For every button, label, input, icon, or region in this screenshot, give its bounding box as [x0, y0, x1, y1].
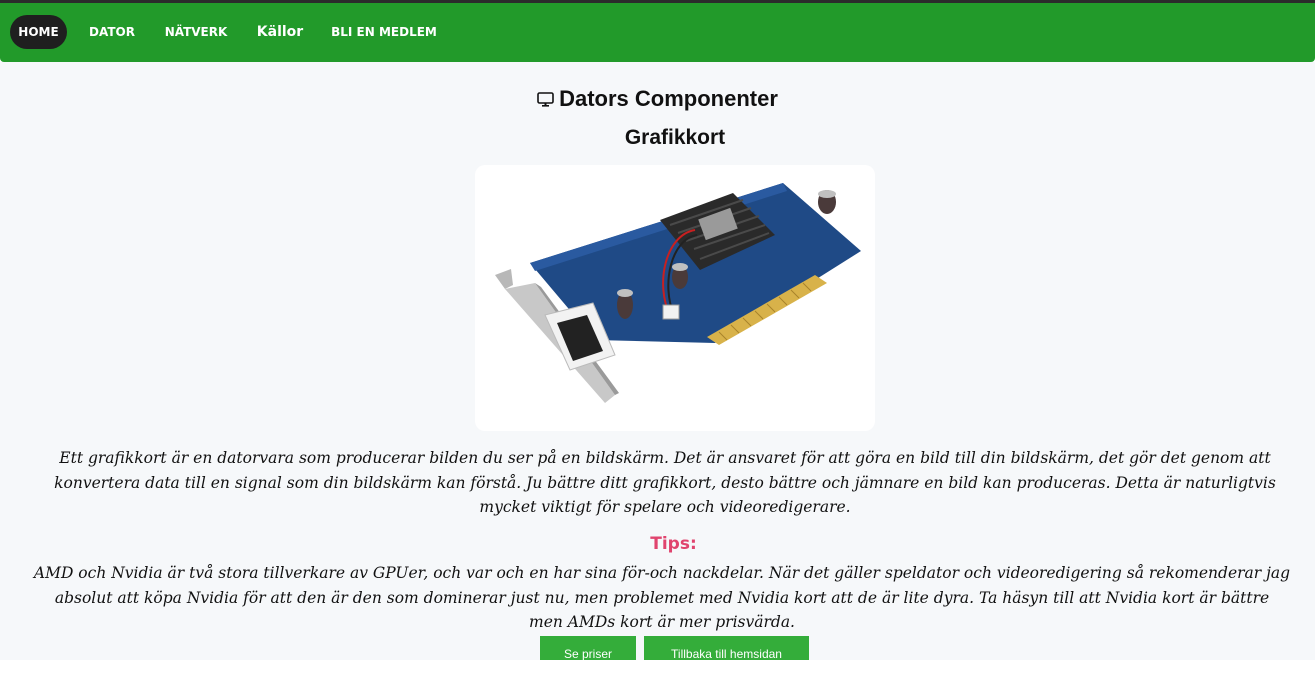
- nav-dator[interactable]: DATOR: [86, 15, 138, 49]
- navbar: HOME DATOR NÄTVERK Källor BLI EN MEDLEM: [0, 3, 1315, 62]
- page-title-text: Dators Componenter: [559, 86, 778, 111]
- nav-bli-en-medlem[interactable]: BLI EN MEDLEM: [330, 15, 438, 49]
- description-line: konvertera data till en signal som din b…: [54, 473, 1276, 492]
- description-paragraph: Ett grafikkort är en datorvara som produ…: [0, 446, 1315, 520]
- tips-heading: Tips:: [650, 534, 697, 554]
- nav-natverk[interactable]: NÄTVERK: [162, 15, 230, 49]
- description-line: mycket viktigt för spelare och videoredi…: [479, 498, 851, 516]
- graphics-card-illustration: [495, 183, 861, 403]
- monitor-icon: [537, 92, 554, 107]
- section-title: Grafikkort: [624, 126, 726, 149]
- tips-paragraph: AMD och Nvidia är två stora tillverkare …: [0, 561, 1315, 635]
- page-title: Dators Componenter: [0, 86, 1315, 112]
- tips-line: absolut att köpa Nvidia för att den är d…: [54, 588, 1270, 607]
- tips-line: AMD och Nvidia är två stora tillverkare …: [33, 564, 1291, 582]
- description-line: Ett grafikkort är en datorvara som produ…: [59, 449, 1271, 467]
- see-prices-button[interactable]: Se priser: [540, 636, 636, 660]
- back-home-button[interactable]: Tillbaka till hemsidan: [644, 636, 809, 660]
- tips-line: men AMDs kort är mer prisvärda.: [529, 613, 795, 631]
- nav-kallor[interactable]: Källor: [254, 15, 306, 49]
- nav-home[interactable]: HOME: [10, 15, 67, 49]
- main-content: Dators Componenter Grafikkort Ett grafik…: [0, 62, 1315, 660]
- graphics-card-image: [475, 165, 875, 431]
